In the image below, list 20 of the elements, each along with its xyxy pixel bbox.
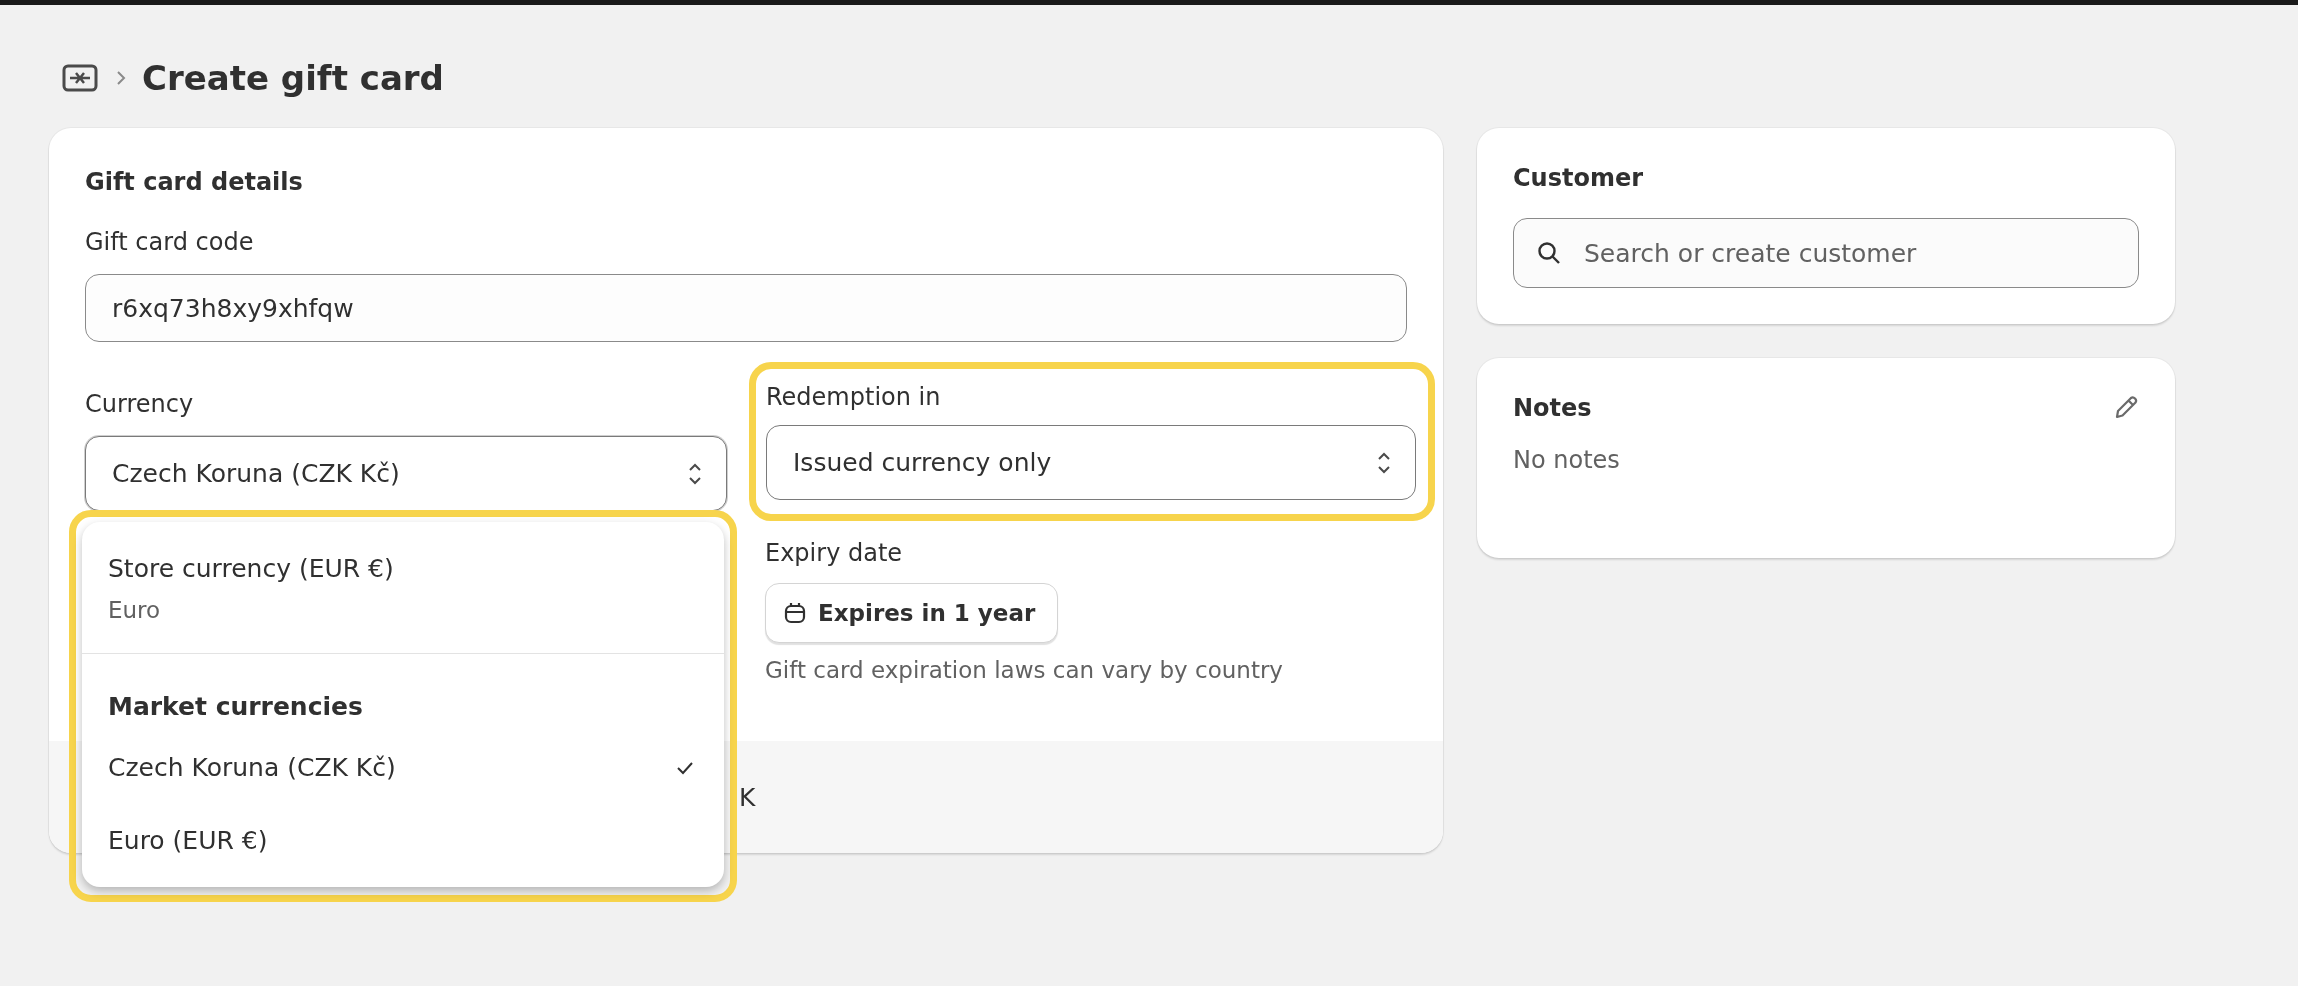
card-heading: Gift card details bbox=[85, 168, 304, 196]
help-text: Gift card expiration laws can vary by country bbox=[765, 657, 1284, 683]
code-field[interactable]: r6xq73h8xy9xhfqw bbox=[85, 274, 1407, 342]
footer-text: K bbox=[739, 782, 756, 812]
field-label: Gift card code bbox=[85, 228, 255, 256]
page-title: Create gift card bbox=[142, 58, 444, 98]
currency-select[interactable]: Czech Koruna (CZK Kč) bbox=[85, 436, 727, 511]
card-heading: Notes bbox=[1513, 394, 1592, 422]
field-label: Currency bbox=[85, 390, 195, 418]
card-heading: Customer bbox=[1513, 164, 1645, 192]
field-label: Redemption in bbox=[766, 383, 942, 411]
field-label: Expiry date bbox=[765, 539, 904, 567]
menu-option[interactable]: Store currency (EUR €) Euro bbox=[82, 532, 724, 645]
expiry-button[interactable]: Expires in 1 year bbox=[765, 583, 1059, 643]
search-field[interactable]: Search or create customer bbox=[1513, 218, 2139, 288]
menu-option[interactable]: Czech Koruna (CZK Kč) bbox=[82, 731, 724, 804]
menu-option[interactable]: Euro (EUR €) bbox=[82, 804, 724, 877]
redemption-select[interactable]: Issued currency only bbox=[766, 425, 1416, 500]
notes-text: No notes bbox=[1513, 446, 1621, 474]
menu-heading: Market currencies bbox=[107, 691, 364, 723]
